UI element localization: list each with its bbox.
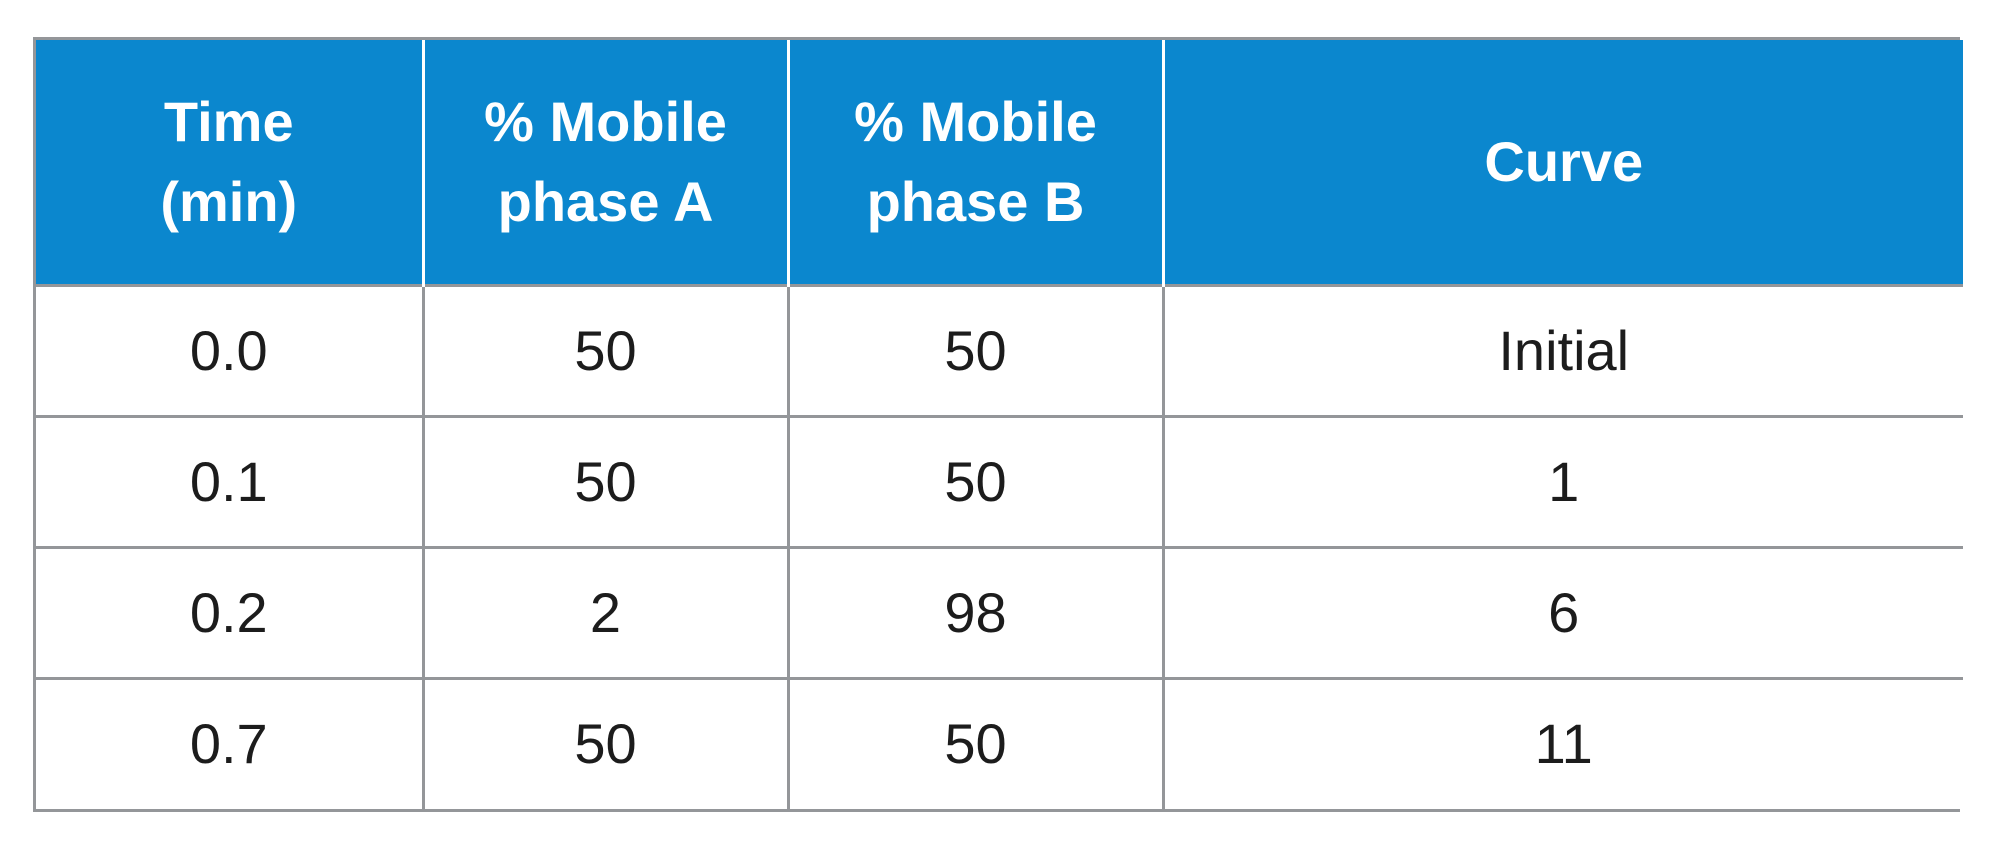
cell-mobile-phase-b: 50	[788, 676, 1165, 809]
column-header-mobile-phase-b-line2: phase B	[866, 169, 1085, 233]
table-row: 0.1 50 50 1	[36, 414, 1963, 547]
column-header-curve: Curve	[1163, 40, 1963, 285]
cell-curve: Initial	[1163, 283, 1963, 416]
column-header-mobile-phase-b-line1: % Mobile	[854, 90, 1097, 154]
column-header-mobile-phase-a-line2: phase A	[497, 169, 714, 233]
gradient-table: Time (min) % Mobile phase A % Mobile pha…	[36, 40, 1963, 809]
cell-mobile-phase-b: 50	[788, 283, 1165, 416]
cell-mobile-phase-a: 2	[423, 545, 790, 678]
cell-time: 0.1	[36, 414, 425, 547]
cell-mobile-phase-a: 50	[423, 676, 790, 809]
cell-curve: 11	[1163, 676, 1963, 809]
cell-curve: 6	[1163, 545, 1963, 678]
cell-time: 0.2	[36, 545, 425, 678]
cell-mobile-phase-a: 50	[423, 414, 790, 547]
cell-time: 0.7	[36, 676, 425, 809]
column-header-time-line1: Time	[163, 90, 294, 154]
cell-mobile-phase-a: 50	[423, 283, 790, 416]
cell-mobile-phase-b: 98	[788, 545, 1165, 678]
table-body: 0.0 50 50 Initial 0.1 50 50 1 0.2 2 98 6	[36, 283, 1963, 809]
cell-mobile-phase-b: 50	[788, 414, 1165, 547]
column-header-time-line2: (min)	[160, 169, 298, 233]
cell-curve: 1	[1163, 414, 1963, 547]
table-row: 0.7 50 50 11	[36, 676, 1963, 809]
table-row: 0.0 50 50 Initial	[36, 283, 1963, 416]
table-row: 0.2 2 98 6	[36, 545, 1963, 678]
column-header-time: Time (min)	[36, 40, 425, 285]
column-header-curve-line1: Curve	[1484, 129, 1644, 193]
column-header-mobile-phase-a-line1: % Mobile	[484, 90, 727, 154]
column-header-mobile-phase-a: % Mobile phase A	[423, 40, 790, 285]
table-header-row: Time (min) % Mobile phase A % Mobile pha…	[36, 40, 1963, 285]
column-header-mobile-phase-b: % Mobile phase B	[788, 40, 1165, 285]
table-header: Time (min) % Mobile phase A % Mobile pha…	[36, 40, 1963, 285]
page-root: Time (min) % Mobile phase A % Mobile pha…	[0, 0, 2000, 861]
gradient-table-container: Time (min) % Mobile phase A % Mobile pha…	[33, 37, 1963, 812]
cell-time: 0.0	[36, 283, 425, 416]
